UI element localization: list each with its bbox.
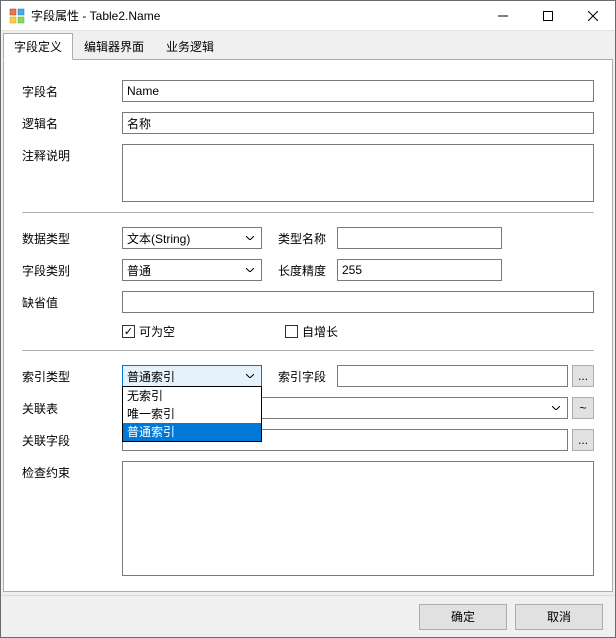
combo-index-type-dropdown: 无索引 唯一索引 普通索引 [122, 386, 262, 442]
chevron-down-icon [549, 406, 563, 410]
ok-button[interactable]: 确定 [419, 604, 507, 630]
index-field-browse-button[interactable]: ... [572, 365, 594, 387]
window-root: 字段属性 - Table2.Name 字段定义 编辑器界面 业务逻辑 字段名 [0, 0, 616, 638]
checkbox-nullable-label: 可为空 [139, 323, 175, 340]
input-length-precision[interactable] [337, 259, 502, 281]
label-logic-name: 逻辑名 [22, 112, 122, 132]
label-index-field: 索引字段 [262, 365, 337, 385]
chevron-down-icon [243, 236, 257, 240]
textarea-check-constraint[interactable] [122, 461, 594, 576]
check-icon [122, 325, 135, 338]
combo-data-type[interactable]: 文本(String) [122, 227, 262, 249]
combo-field-category-value: 普通 [127, 262, 151, 279]
input-field-name[interactable] [122, 80, 594, 102]
checkbox-auto-increment[interactable]: 自增长 [285, 323, 338, 340]
label-field-name: 字段名 [22, 80, 122, 100]
index-option-none[interactable]: 无索引 [123, 387, 261, 405]
spacer [22, 330, 122, 333]
window-title: 字段属性 - Table2.Name [31, 7, 480, 24]
checkbox-auto-increment-label: 自增长 [302, 323, 338, 340]
label-default-value: 缺省值 [22, 291, 122, 311]
input-default-value[interactable] [122, 291, 594, 313]
maximize-button[interactable] [525, 1, 570, 30]
app-icon [9, 8, 25, 24]
label-type-name: 类型名称 [262, 227, 337, 247]
chevron-down-icon [243, 268, 257, 272]
input-logic-name[interactable] [122, 112, 594, 134]
tab-logic[interactable]: 业务逻辑 [155, 33, 225, 60]
chevron-down-icon [243, 374, 257, 378]
label-check-constraint: 检查约束 [22, 461, 122, 481]
label-related-table: 关联表 [22, 397, 122, 417]
window-controls [480, 1, 615, 30]
input-type-name[interactable] [337, 227, 502, 249]
label-index-type: 索引类型 [22, 365, 122, 385]
titlebar: 字段属性 - Table2.Name [1, 1, 615, 31]
label-comment: 注释说明 [22, 144, 122, 164]
index-option-unique[interactable]: 唯一索引 [123, 405, 261, 423]
maximize-icon [543, 11, 553, 21]
minimize-button[interactable] [480, 1, 525, 30]
label-data-type: 数据类型 [22, 227, 122, 247]
cancel-button[interactable]: 取消 [515, 604, 603, 630]
tab-strip: 字段定义 编辑器界面 业务逻辑 [1, 31, 615, 60]
combo-index-type-value: 普通索引 [127, 368, 175, 385]
tab-panel-definition: 字段名 逻辑名 注释说明 数据类型 文本(String) [3, 59, 613, 592]
label-field-category: 字段类别 [22, 259, 122, 279]
related-field-browse-button[interactable]: ... [572, 429, 594, 451]
close-icon [588, 11, 598, 21]
label-length-precision: 长度精度 [262, 259, 337, 279]
combo-data-type-value: 文本(String) [127, 230, 190, 247]
client-area: 字段定义 编辑器界面 业务逻辑 字段名 逻辑名 注释说明 数据类型 [1, 31, 615, 637]
tab-editor[interactable]: 编辑器界面 [73, 33, 155, 60]
button-bar: 确定 取消 [1, 595, 615, 637]
combo-index-type[interactable]: 普通索引 无索引 唯一索引 普通索引 [122, 365, 262, 387]
combo-field-category[interactable]: 普通 [122, 259, 262, 281]
checkbox-nullable[interactable]: 可为空 [122, 323, 175, 340]
label-related-field: 关联字段 [22, 429, 122, 449]
checkbox-empty-icon [285, 325, 298, 338]
close-button[interactable] [570, 1, 615, 30]
input-index-field[interactable] [337, 365, 568, 387]
tab-definition[interactable]: 字段定义 [3, 33, 73, 60]
index-option-normal[interactable]: 普通索引 [123, 423, 261, 441]
related-table-tilde-button[interactable]: ~ [572, 397, 594, 419]
separator-2 [22, 350, 594, 351]
separator-1 [22, 212, 594, 213]
minimize-icon [498, 11, 508, 21]
textarea-comment[interactable] [122, 144, 594, 202]
